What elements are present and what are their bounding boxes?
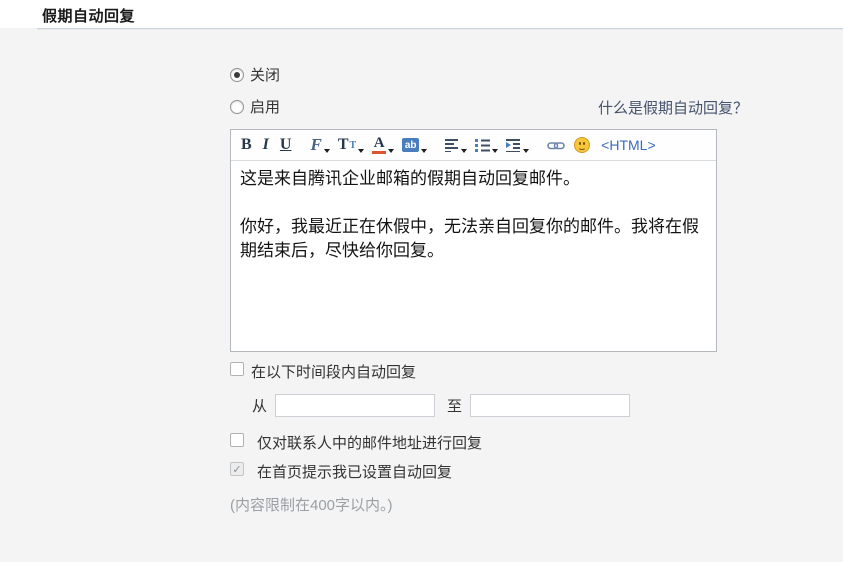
font-family-button[interactable]: F [310,134,328,156]
chevron-down-icon [461,149,467,153]
highlight-color-button[interactable]: ab [402,134,426,156]
font-color-icon: A [372,136,386,154]
radio-row-on: 启用 [230,96,280,117]
time-range-option: 在以下时间段内自动回复 [230,361,416,382]
contacts-only-label: 仅对联系人中的邮件地址进行回复 [257,432,482,453]
highlight-icon: ab [402,138,419,152]
homepage-tip-label: 在首页提示我已设置自动回复 [257,461,452,482]
emoji-icon [574,137,590,153]
align-button[interactable] [445,134,466,156]
from-date-input[interactable] [275,394,435,417]
indent-icon [506,138,521,152]
link-icon [547,140,565,151]
html-source-button[interactable]: <HTML> [601,134,655,156]
radio-off[interactable] [230,68,244,82]
indent-button[interactable] [506,134,528,156]
chevron-down-icon [388,149,394,153]
radio-on[interactable] [230,100,244,114]
homepage-tip-checkbox[interactable]: ✓ [230,462,244,476]
time-range-label: 在以下时间段内自动回复 [251,361,416,382]
from-label: 从 [252,395,267,416]
italic-button[interactable]: I [261,134,271,156]
chevron-down-icon [492,149,498,153]
underline-button[interactable]: U [280,134,292,156]
align-icon [445,138,459,152]
insert-link-button[interactable] [547,134,565,156]
chevron-down-icon [358,149,364,153]
editor-toolbar: B I U F T T A ab [231,130,716,161]
contacts-only-checkbox[interactable] [230,433,244,447]
contacts-only-option: 仅对联系人中的邮件地址进行回复 [230,432,482,453]
list-button[interactable] [475,134,497,156]
font-color-button[interactable]: A [372,134,393,156]
reply-content-editor: B I U F T T A ab [230,129,717,352]
chevron-down-icon [421,149,427,153]
chevron-down-icon [523,149,529,153]
radio-row-off: 关闭 [230,64,280,85]
to-date-input[interactable] [470,394,630,417]
page-title: 假期自动回复 [42,5,135,26]
insert-emoji-button[interactable] [574,134,590,156]
homepage-tip-option: ✓ 在首页提示我已设置自动回复 [230,461,452,482]
content-limit-note: (内容限制在400字以内。) [230,494,393,515]
list-icon [475,138,490,152]
vacation-autoreply-settings-page: 假期自动回复 关闭 启用 什么是假期自动回复？ B I U F T T A [0,0,843,562]
bold-button[interactable]: B [241,134,252,156]
to-label: 至 [447,395,462,416]
font-size-button[interactable]: T T [338,134,363,156]
header-divider [37,28,843,30]
radio-on-label: 启用 [250,96,280,117]
time-range-fields: 从 至 [252,394,630,417]
page-header: 假期自动回复 [0,0,843,28]
chevron-down-icon [324,149,330,153]
reply-content-textarea[interactable]: 这是来自腾讯企业邮箱的假期自动回复邮件。 你好，我最近正在休假中，无法亲自回复你… [231,161,716,351]
font-family-icon: F [310,135,321,155]
time-range-checkbox[interactable] [230,362,244,376]
help-link[interactable]: 什么是假期自动回复？ [598,97,748,118]
radio-off-label: 关闭 [250,64,280,85]
